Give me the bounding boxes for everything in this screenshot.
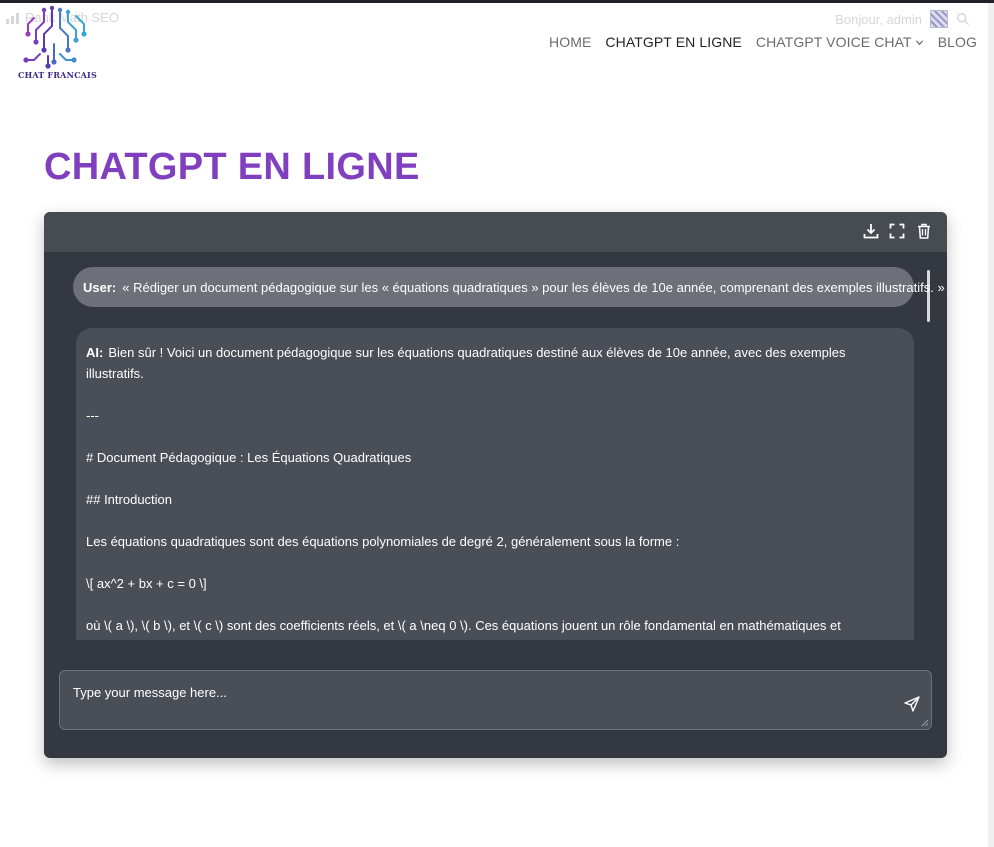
fullscreen-icon[interactable] [888, 222, 906, 240]
nav-item-voice-label: CHATGPT VOICE CHAT [755, 34, 912, 50]
chat-toolbar [44, 212, 947, 252]
send-icon[interactable] [904, 696, 920, 712]
user-message: User: « Rédiger un document pédagogique … [73, 267, 945, 307]
user-prefix: User: [83, 279, 117, 295]
nav-item-chatgpt-voice-chat[interactable]: CHATGPT VOICE CHAT [756, 34, 924, 50]
chat-scrollbar[interactable] [927, 270, 930, 322]
message-input-box [59, 670, 932, 730]
resize-grip-icon[interactable] [921, 719, 929, 727]
ai-prefix: AI: [86, 345, 104, 360]
ai-text: Bien sûr ! Voici un document pédagogique… [86, 345, 846, 381]
main-nav: HOME CHATGPT EN LIGNE CHATGPT VOICE CHAT… [549, 34, 977, 50]
chevron-down-icon [915, 39, 923, 45]
ai-paragraph: AI: Bien sûr ! Voici un document pédagogi… [86, 342, 904, 384]
nav-item-blog[interactable]: BLOG [938, 34, 977, 50]
logo-text: CHAT FRANCAIS [18, 70, 97, 80]
ai-paragraph: où \( a \), \( b \), et \( c \) sont des… [86, 618, 841, 640]
ai-paragraph: ## Introduction [86, 492, 173, 507]
page-scrollbar-track[interactable] [988, 3, 994, 847]
top-border [0, 0, 994, 3]
avatar[interactable] [930, 10, 948, 28]
adminbar-greeting: Bonjour, admin [835, 11, 922, 27]
ai-paragraph: Les équations quadratiques sont des équa… [86, 534, 680, 549]
ai-paragraph: # Document Pédagogique : Les Équations Q… [86, 450, 412, 465]
search-icon[interactable] [956, 12, 970, 26]
ai-message: AI: Bien sûr ! Voici un document pédagogi… [76, 328, 914, 640]
trash-icon[interactable] [915, 222, 933, 240]
download-icon[interactable] [862, 222, 880, 240]
page-title: CHATGPT EN LIGNE [44, 146, 420, 188]
nav-item-home[interactable]: HOME [549, 34, 591, 50]
message-input[interactable] [60, 671, 931, 729]
user-message-text: « Rédiger un document pédagogique sur le… [122, 279, 945, 295]
adminbar-account[interactable]: Bonjour, admin [835, 10, 970, 28]
ai-paragraph: --- [86, 408, 99, 423]
chat-widget: User: « Rédiger un document pédagogique … [44, 212, 947, 758]
nav-item-chatgpt-en-ligne[interactable]: CHATGPT EN LIGNE [605, 34, 741, 50]
ai-paragraph: \[ ax^2 + bx + c = 0 \] [86, 576, 207, 591]
